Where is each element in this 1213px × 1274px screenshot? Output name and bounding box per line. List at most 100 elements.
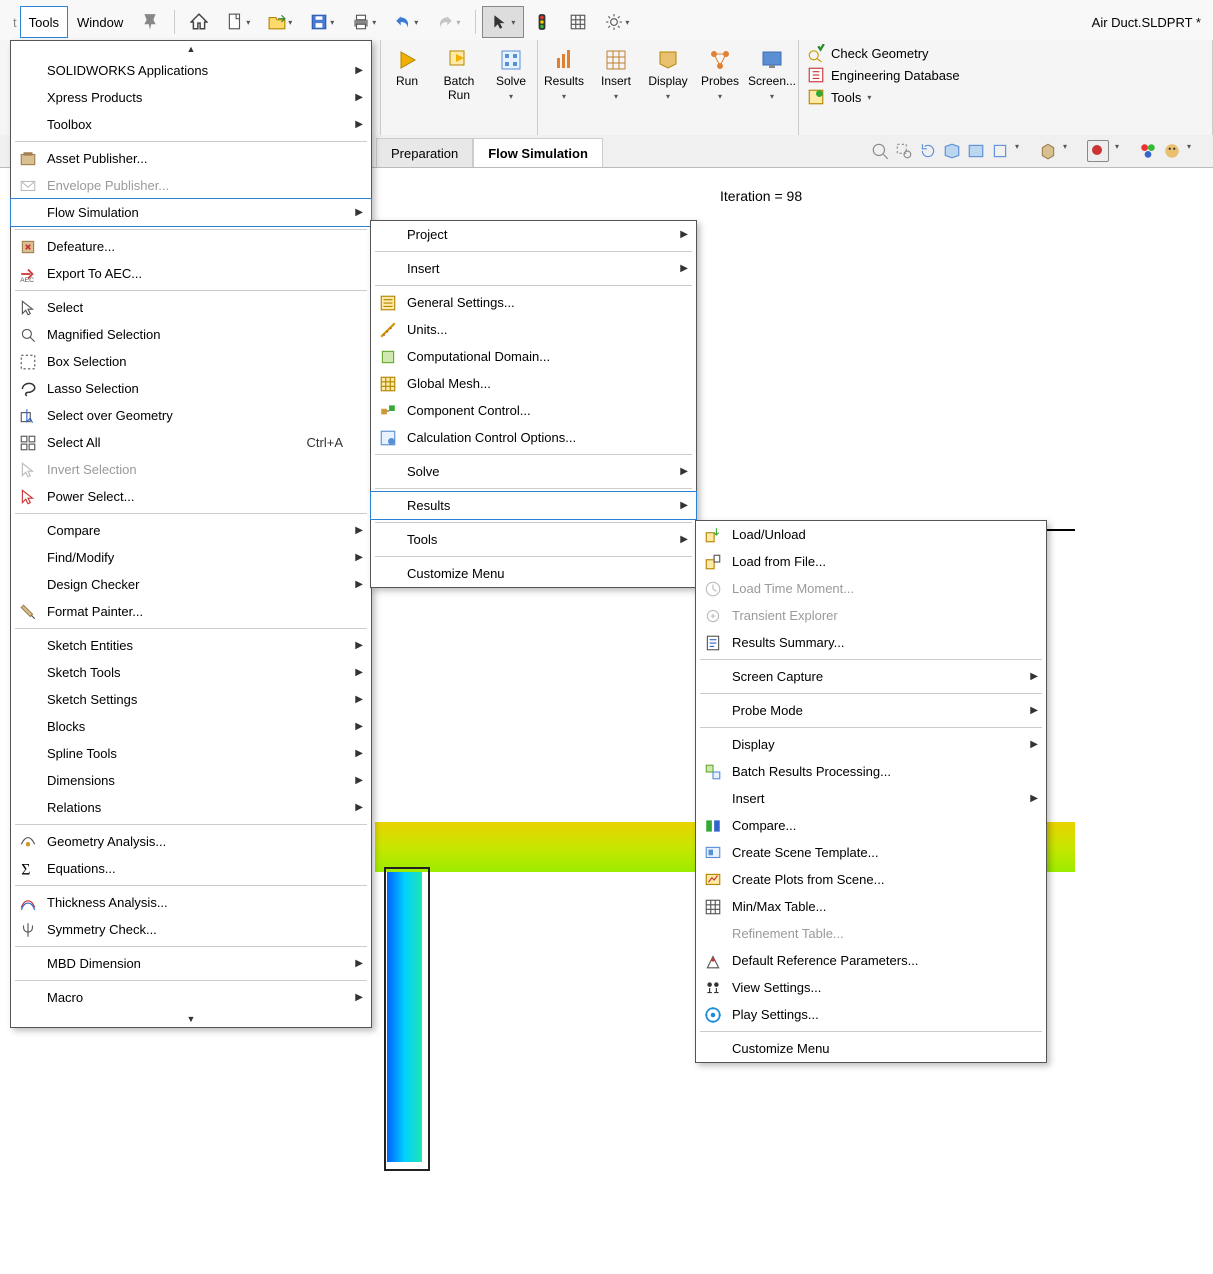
- tab-flow-simulation[interactable]: Flow Simulation: [473, 138, 603, 167]
- menu-tools[interactable]: Tools: [20, 6, 68, 38]
- results-load-unload[interactable]: Load/Unload: [696, 521, 1046, 548]
- ribbon-batch-run-button[interactable]: Batch Run: [433, 44, 485, 118]
- submenu-solve[interactable]: Solve▶: [371, 458, 696, 485]
- pin-icon[interactable]: [132, 6, 168, 38]
- home-icon[interactable]: [181, 6, 217, 38]
- menu-spline-tools[interactable]: Spline Tools▶: [11, 740, 371, 767]
- traffic-light-icon[interactable]: [524, 6, 560, 38]
- ribbon-solve-button[interactable]: Solve▾: [485, 44, 537, 104]
- results-load-from-file[interactable]: Load from File...: [696, 548, 1046, 575]
- run-label: Run: [396, 74, 418, 88]
- submenu-global-mesh[interactable]: Global Mesh...: [371, 370, 696, 397]
- results-create-plots-from-scene[interactable]: Create Plots from Scene...: [696, 866, 1046, 893]
- submenu-results[interactable]: Results▶: [370, 491, 697, 520]
- submenu-general-settings[interactable]: General Settings...: [371, 289, 696, 316]
- scene-icon[interactable]: [1163, 142, 1181, 160]
- menu-power-select[interactable]: Power Select...: [11, 483, 371, 510]
- menu-thickness-analysis[interactable]: Thickness Analysis...: [11, 889, 371, 916]
- submenu-project[interactable]: Project▶: [371, 221, 696, 248]
- menu-format-painter[interactable]: Format Painter...: [11, 598, 371, 625]
- section-view-icon[interactable]: [943, 142, 961, 160]
- menu-box-selection[interactable]: Box Selection: [11, 348, 371, 375]
- menu-geometry-analysis[interactable]: Geometry Analysis...: [11, 828, 371, 855]
- results-customize[interactable]: Customize Menu: [696, 1035, 1046, 1062]
- submenu-component-control[interactable]: Component Control...: [371, 397, 696, 424]
- results-summary[interactable]: Results Summary...: [696, 629, 1046, 656]
- zoom-area-icon[interactable]: [895, 142, 913, 160]
- palette-icon[interactable]: [1139, 142, 1157, 160]
- undo-icon[interactable]: ▾: [385, 6, 427, 38]
- menu-xpress-products[interactable]: Xpress Products▶: [11, 84, 371, 111]
- menu-lasso-selection[interactable]: Lasso Selection: [11, 375, 371, 402]
- box-icon[interactable]: [1039, 142, 1057, 160]
- appearance-icon[interactable]: [1087, 140, 1109, 162]
- results-screen-capture[interactable]: Screen Capture▶: [696, 663, 1046, 690]
- menu-relations[interactable]: Relations▶: [11, 794, 371, 821]
- ribbon-engineering-database[interactable]: Engineering Database: [807, 66, 960, 84]
- submenu-units[interactable]: Units...: [371, 316, 696, 343]
- results-batch-processing[interactable]: Batch Results Processing...: [696, 758, 1046, 785]
- results-compare[interactable]: Compare...: [696, 812, 1046, 839]
- submenu-customize[interactable]: Customize Menu: [371, 560, 696, 587]
- zoom-fit-icon[interactable]: [871, 142, 889, 160]
- print-icon[interactable]: ▾: [343, 6, 385, 38]
- submenu-computational-domain[interactable]: Computational Domain...: [371, 343, 696, 370]
- menu-symmetry-check[interactable]: Symmetry Check...: [11, 916, 371, 943]
- results-view-settings[interactable]: View Settings...: [696, 974, 1046, 1001]
- ribbon-check-geometry[interactable]: Check Geometry: [807, 44, 929, 62]
- submenu-insert[interactable]: Insert▶: [371, 255, 696, 282]
- menu-select[interactable]: Select: [11, 294, 371, 321]
- redo-icon[interactable]: ▾: [427, 6, 469, 38]
- options-grid-icon[interactable]: [560, 6, 596, 38]
- ribbon-probes-button[interactable]: Probes▾: [694, 44, 746, 104]
- ribbon-insert-button[interactable]: Insert▾: [590, 44, 642, 104]
- menu-magnified-selection[interactable]: Magnified Selection: [11, 321, 371, 348]
- menu-flow-simulation[interactable]: Flow Simulation▶: [10, 198, 372, 227]
- menu-equations[interactable]: ΣEquations...: [11, 855, 371, 882]
- menu-macro[interactable]: Macro▶: [11, 984, 371, 1011]
- menu-toolbox[interactable]: Toolbox▶: [11, 111, 371, 138]
- scroll-up-arrow[interactable]: ▲: [11, 41, 371, 57]
- gear-icon[interactable]: ▾: [596, 6, 638, 38]
- results-minmax-table[interactable]: Min/Max Table...: [696, 893, 1046, 920]
- menu-find-modify[interactable]: Find/Modify▶: [11, 544, 371, 571]
- submenu-calc-control-options[interactable]: Calculation Control Options...: [371, 424, 696, 451]
- menu-select-all[interactable]: Select AllCtrl+A: [11, 429, 371, 456]
- menu-solidworks-applications[interactable]: SOLIDWORKS Applications▶: [11, 57, 371, 84]
- submenu-tools[interactable]: Tools▶: [371, 526, 696, 553]
- tab-preparation[interactable]: Preparation: [376, 138, 473, 167]
- new-file-icon[interactable]: ▾: [217, 6, 259, 38]
- ribbon-display-button[interactable]: Display▾: [642, 44, 694, 104]
- menu-sketch-tools[interactable]: Sketch Tools▶: [11, 659, 371, 686]
- menu-sketch-entities[interactable]: Sketch Entities▶: [11, 632, 371, 659]
- ribbon-run-button[interactable]: Run: [381, 44, 433, 104]
- svg-text:Σ: Σ: [21, 861, 30, 877]
- menu-export-aec[interactable]: AECExport To AEC...: [11, 260, 371, 287]
- results-display[interactable]: Display▶: [696, 731, 1046, 758]
- menu-select-over-geometry[interactable]: Select over Geometry: [11, 402, 371, 429]
- menu-sketch-settings[interactable]: Sketch Settings▶: [11, 686, 371, 713]
- menu-mbd-dimension[interactable]: MBD Dimension▶: [11, 950, 371, 977]
- ribbon-screen-button[interactable]: Screen...▾: [746, 44, 798, 104]
- scroll-down-arrow[interactable]: ▼: [11, 1011, 371, 1027]
- results-insert[interactable]: Insert▶: [696, 785, 1046, 812]
- ribbon-results-button[interactable]: Results▾: [538, 44, 590, 104]
- cursor-select-icon[interactable]: ▾: [482, 6, 524, 38]
- results-play-settings[interactable]: Play Settings...: [696, 1001, 1046, 1028]
- menu-window[interactable]: Window: [68, 6, 132, 38]
- save-icon[interactable]: ▾: [301, 6, 343, 38]
- menu-design-checker[interactable]: Design Checker▶: [11, 571, 371, 598]
- results-create-scene-template[interactable]: Create Scene Template...: [696, 839, 1046, 866]
- menu-defeature[interactable]: Defeature...: [11, 233, 371, 260]
- display-style-icon[interactable]: [967, 142, 985, 160]
- menu-asset-publisher[interactable]: Asset Publisher...: [11, 145, 371, 172]
- ribbon-tools[interactable]: Tools▾: [807, 88, 871, 106]
- menu-dimensions[interactable]: Dimensions▶: [11, 767, 371, 794]
- menu-blocks[interactable]: Blocks▶: [11, 713, 371, 740]
- results-default-ref-params[interactable]: Default Reference Parameters...: [696, 947, 1046, 974]
- hide-show-icon[interactable]: [991, 142, 1009, 160]
- rotate-view-icon[interactable]: [919, 142, 937, 160]
- open-file-icon[interactable]: ▾: [259, 6, 301, 38]
- menu-compare[interactable]: Compare▶: [11, 517, 371, 544]
- results-probe-mode[interactable]: Probe Mode▶: [696, 697, 1046, 724]
